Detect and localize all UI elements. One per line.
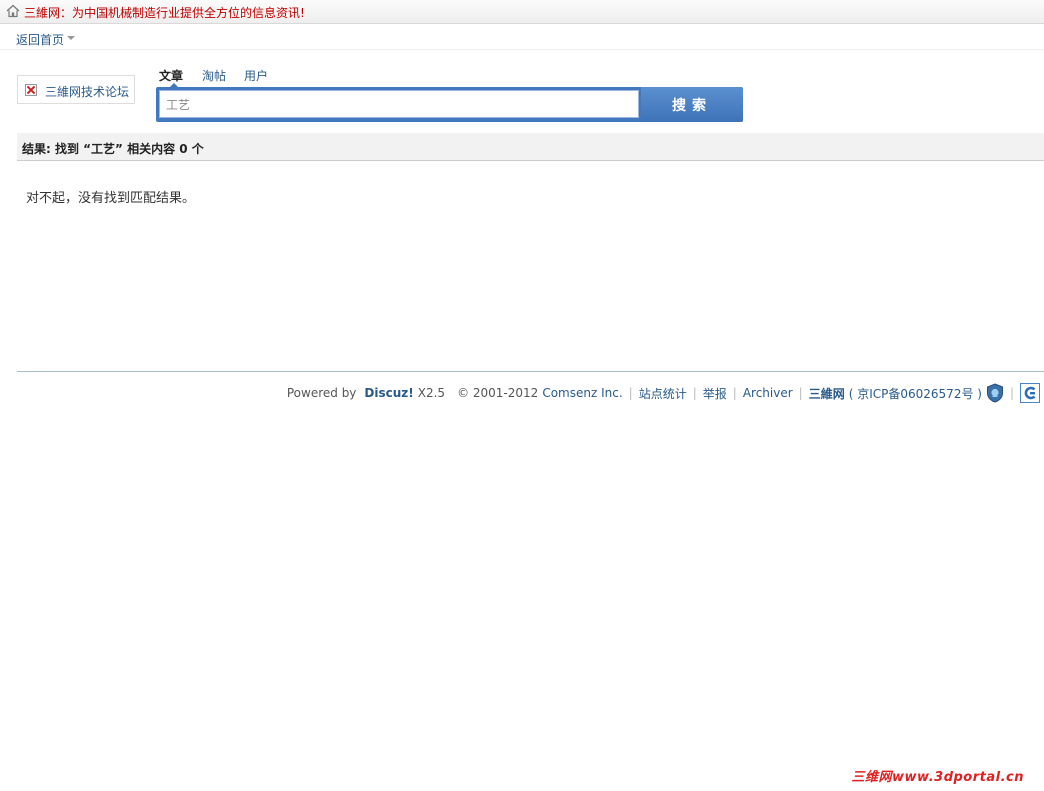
site-stats-link[interactable]: 站点统计 [639,385,687,402]
icp-link[interactable]: ( 京ICP备06026572号 ) [849,385,982,402]
discuz-version: X2.5 [417,386,446,400]
home-icon[interactable] [6,4,20,18]
site-watermark: 三维网www.3dportal.cn [851,770,1024,785]
archiver-link[interactable]: Archiver [743,386,793,400]
comsenz-link[interactable]: Comsenz Inc. [542,386,622,400]
copyright-text: © 2001-2012 [457,386,539,400]
site-name-link[interactable]: 三維网 [809,385,845,402]
chevron-down-icon[interactable] [67,36,75,40]
tab-users[interactable]: 用户 [244,67,268,84]
page: 三維网：为中国机械制造行业提供全方位的信息资讯! 返回首页 三維网技术论坛 文章… [0,0,1044,791]
site-notice[interactable]: 三維网：为中国机械制造行业提供全方位的信息资讯! [24,4,305,21]
tab-articles[interactable]: 文章 [159,67,183,84]
no-results-message: 对不起，没有找到匹配结果。 [26,191,196,206]
tab-collections[interactable]: 淘帖 [202,67,226,84]
report-link[interactable]: 举报 [703,385,727,402]
logo-alt-text: 三維网技术论坛 [45,85,130,99]
broken-image-icon [25,84,37,96]
security-badge-icon[interactable] [986,383,1004,403]
search-box: 搜索 [156,87,743,122]
discuz-link[interactable]: Discuz! [364,386,413,400]
powered-by-text: Powered by [286,386,357,400]
search-input[interactable] [159,90,639,118]
footer-divider [17,371,1044,372]
results-header: 结果: 找到 “工艺” 相关内容 0 个 [17,133,1044,161]
nav-bar: 返回首页 [0,26,1044,50]
top-notice-bar: 三維网：为中国机械制造行业提供全方位的信息资讯! [0,0,1044,24]
forum-logo[interactable]: 三維网技术论坛 [17,75,135,104]
footer: Powered by Discuz! X2.5 © 2001-2012 Coms… [287,381,1040,405]
stats-counter-icon[interactable] [1020,383,1040,403]
return-home-link[interactable]: 返回首页 [16,31,64,48]
results-summary: 结果: 找到 “工艺” 相关内容 0 个 [22,142,204,156]
search-button[interactable]: 搜索 [641,87,743,122]
footer-divider-pipe: | [628,386,633,400]
